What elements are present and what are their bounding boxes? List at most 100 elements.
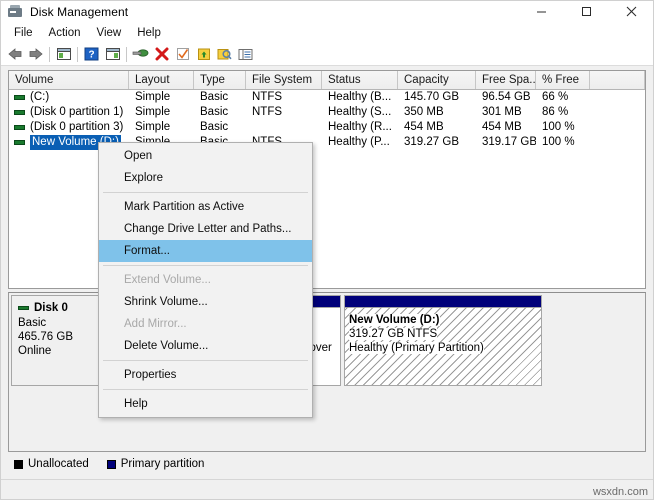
partition-name: New Volume (D:): [349, 314, 440, 326]
list-view-icon[interactable]: [235, 44, 256, 64]
cell-volume: (C:): [9, 90, 129, 105]
volume-list-body: (C:) Simple Basic NTFS Healthy (B... 145.70 G…: [9, 90, 645, 150]
window-controls: [519, 0, 654, 23]
context-menu-item-add-mirror: Add Mirror...: [124, 318, 187, 330]
context-menu-item-explore[interactable]: Explore: [99, 167, 312, 189]
cell-percent-free: 86 %: [542, 106, 569, 118]
column-header-blank[interactable]: [590, 71, 645, 89]
cell-layout: Simple: [135, 91, 171, 103]
rescan-disks-icon[interactable]: [172, 44, 193, 64]
column-header-status[interactable]: Status: [322, 71, 398, 89]
cell-free-space: 319.17 GB: [482, 136, 536, 148]
cell-capacity: 454 MB: [404, 121, 444, 133]
cell-type: Basic: [200, 121, 229, 133]
legend-item: Unallocated: [14, 458, 89, 470]
search-volume-icon[interactable]: [214, 44, 235, 64]
volume-icon: [14, 140, 25, 145]
back-icon[interactable]: [4, 44, 25, 64]
partition-block[interactable]: New Volume (D:) 319.27 GB NTFS Healthy (Pr…: [344, 295, 542, 386]
disk-name: Disk 0: [34, 302, 68, 314]
context-menu-item-extend-volume: Extend Volume...: [124, 274, 211, 286]
cell-free-space: 96.54 GB: [482, 91, 531, 103]
table-row[interactable]: (Disk 0 partition 1) Simple Basic NTFS Healt…: [9, 105, 645, 120]
cell-capacity: 350 MB: [404, 106, 444, 118]
cell-status: Healthy (P...: [328, 136, 390, 148]
cell-free-space: 454 MB: [482, 121, 522, 133]
legend-label: Primary partition: [120, 458, 205, 470]
volume-icon: [14, 125, 25, 130]
context-menu[interactable]: Open Explore Mark Partition as Active Chang…: [98, 142, 313, 418]
disk-icon: [18, 306, 29, 310]
column-header-capacity[interactable]: Capacity: [398, 71, 476, 89]
column-header-free[interactable]: % Free: [536, 71, 590, 89]
close-button[interactable]: [609, 0, 654, 23]
volume-icon: [14, 110, 25, 115]
cell-layout: Simple: [135, 121, 171, 133]
cell-type: Basic: [200, 91, 229, 103]
cell-file-system: NTFS: [252, 91, 283, 103]
cell-file-system: NTFS: [252, 106, 283, 118]
legend-label: Unallocated: [28, 458, 89, 470]
menu-file[interactable]: File: [6, 25, 41, 41]
minimize-button[interactable]: [519, 0, 564, 23]
context-menu-item-delete-volume[interactable]: Delete Volume...: [99, 335, 312, 357]
help-icon[interactable]: ?: [81, 44, 102, 64]
menu-action[interactable]: Action: [41, 25, 89, 41]
context-menu-item-mark-partition-as-active[interactable]: Mark Partition as Active: [99, 196, 312, 218]
column-header-layout[interactable]: Layout: [129, 71, 194, 89]
status-bar: [0, 479, 654, 500]
volume-icon: [14, 95, 25, 100]
cell-type: Basic: [200, 106, 229, 118]
cell-volume: (Disk 0 partition 1): [9, 105, 129, 120]
svg-text:?: ?: [88, 50, 94, 61]
column-header-file-system[interactable]: File System: [246, 71, 322, 89]
show-hide-console-tree-icon[interactable]: [53, 44, 74, 64]
legend-item: Primary partition: [106, 458, 205, 470]
legend: Unallocated Primary partition: [8, 455, 646, 473]
context-menu-item-shrink-volume[interactable]: Shrink Volume...: [99, 291, 312, 313]
cell-free-space: 301 MB: [482, 106, 522, 118]
table-row[interactable]: (C:) Simple Basic NTFS Healthy (B... 145.70 G…: [9, 90, 645, 105]
table-row[interactable]: (Disk 0 partition 3) Simple Basic Healthy (…: [9, 120, 645, 135]
window-title: Disk Management: [30, 4, 129, 19]
partition-text: New Volume (D:) 319.27 GB NTFS Healthy (Pr…: [345, 308, 541, 355]
forward-icon[interactable]: [25, 44, 46, 64]
legend-swatch: [14, 459, 23, 469]
volume-label: (C:): [30, 91, 50, 103]
partition-status: Healthy (Primary Partition): [349, 342, 484, 354]
cell-status: Healthy (S...: [328, 106, 392, 118]
watermark: wsxdn.com: [592, 486, 648, 498]
delete-icon[interactable]: [151, 44, 172, 64]
disk-management-icon: [7, 4, 23, 20]
disk-management-window: Disk Management File Action View Help ? …: [0, 0, 654, 500]
column-header-type[interactable]: Type: [194, 71, 246, 89]
volume-list-header: Volume Layout Type File System Status Capacit…: [9, 71, 645, 90]
context-menu-separator: [103, 389, 308, 390]
context-menu-item-properties[interactable]: Properties: [99, 364, 312, 386]
column-header-volume[interactable]: Volume: [9, 71, 129, 89]
context-menu-item-help[interactable]: Help: [99, 393, 312, 415]
toolbar: ?: [0, 43, 654, 66]
cell-status: Healthy (R...: [328, 121, 392, 133]
cell-status: Healthy (B...: [328, 91, 392, 103]
context-menu-item-format[interactable]: Format...: [99, 240, 312, 262]
menu-bar: File Action View Help: [0, 23, 654, 43]
cell-capacity: 319.27 GB: [404, 136, 459, 148]
context-menu-separator: [103, 192, 308, 193]
cell-percent-free: 100 %: [542, 121, 575, 133]
show-hide-action-pane-icon[interactable]: [102, 44, 123, 64]
volume-label: (Disk 0 partition 3): [30, 121, 124, 133]
properties-icon[interactable]: [130, 44, 151, 64]
extend-volume-icon[interactable]: [193, 44, 214, 64]
menu-help[interactable]: Help: [129, 25, 169, 41]
context-menu-item-open[interactable]: Open: [99, 145, 312, 167]
cell-percent-free: 100 %: [542, 136, 575, 148]
context-menu-item-change-drive-letter-and-paths[interactable]: Change Drive Letter and Paths...: [99, 218, 312, 240]
column-header-free-spa[interactable]: Free Spa...: [476, 71, 536, 89]
context-menu-separator: [103, 360, 308, 361]
cell-volume: (Disk 0 partition 3): [9, 120, 129, 135]
menu-view[interactable]: View: [89, 25, 130, 41]
cell-layout: Simple: [135, 106, 171, 118]
maximize-button[interactable]: [564, 0, 609, 23]
partition-size: 319.27 GB NTFS: [349, 328, 438, 340]
